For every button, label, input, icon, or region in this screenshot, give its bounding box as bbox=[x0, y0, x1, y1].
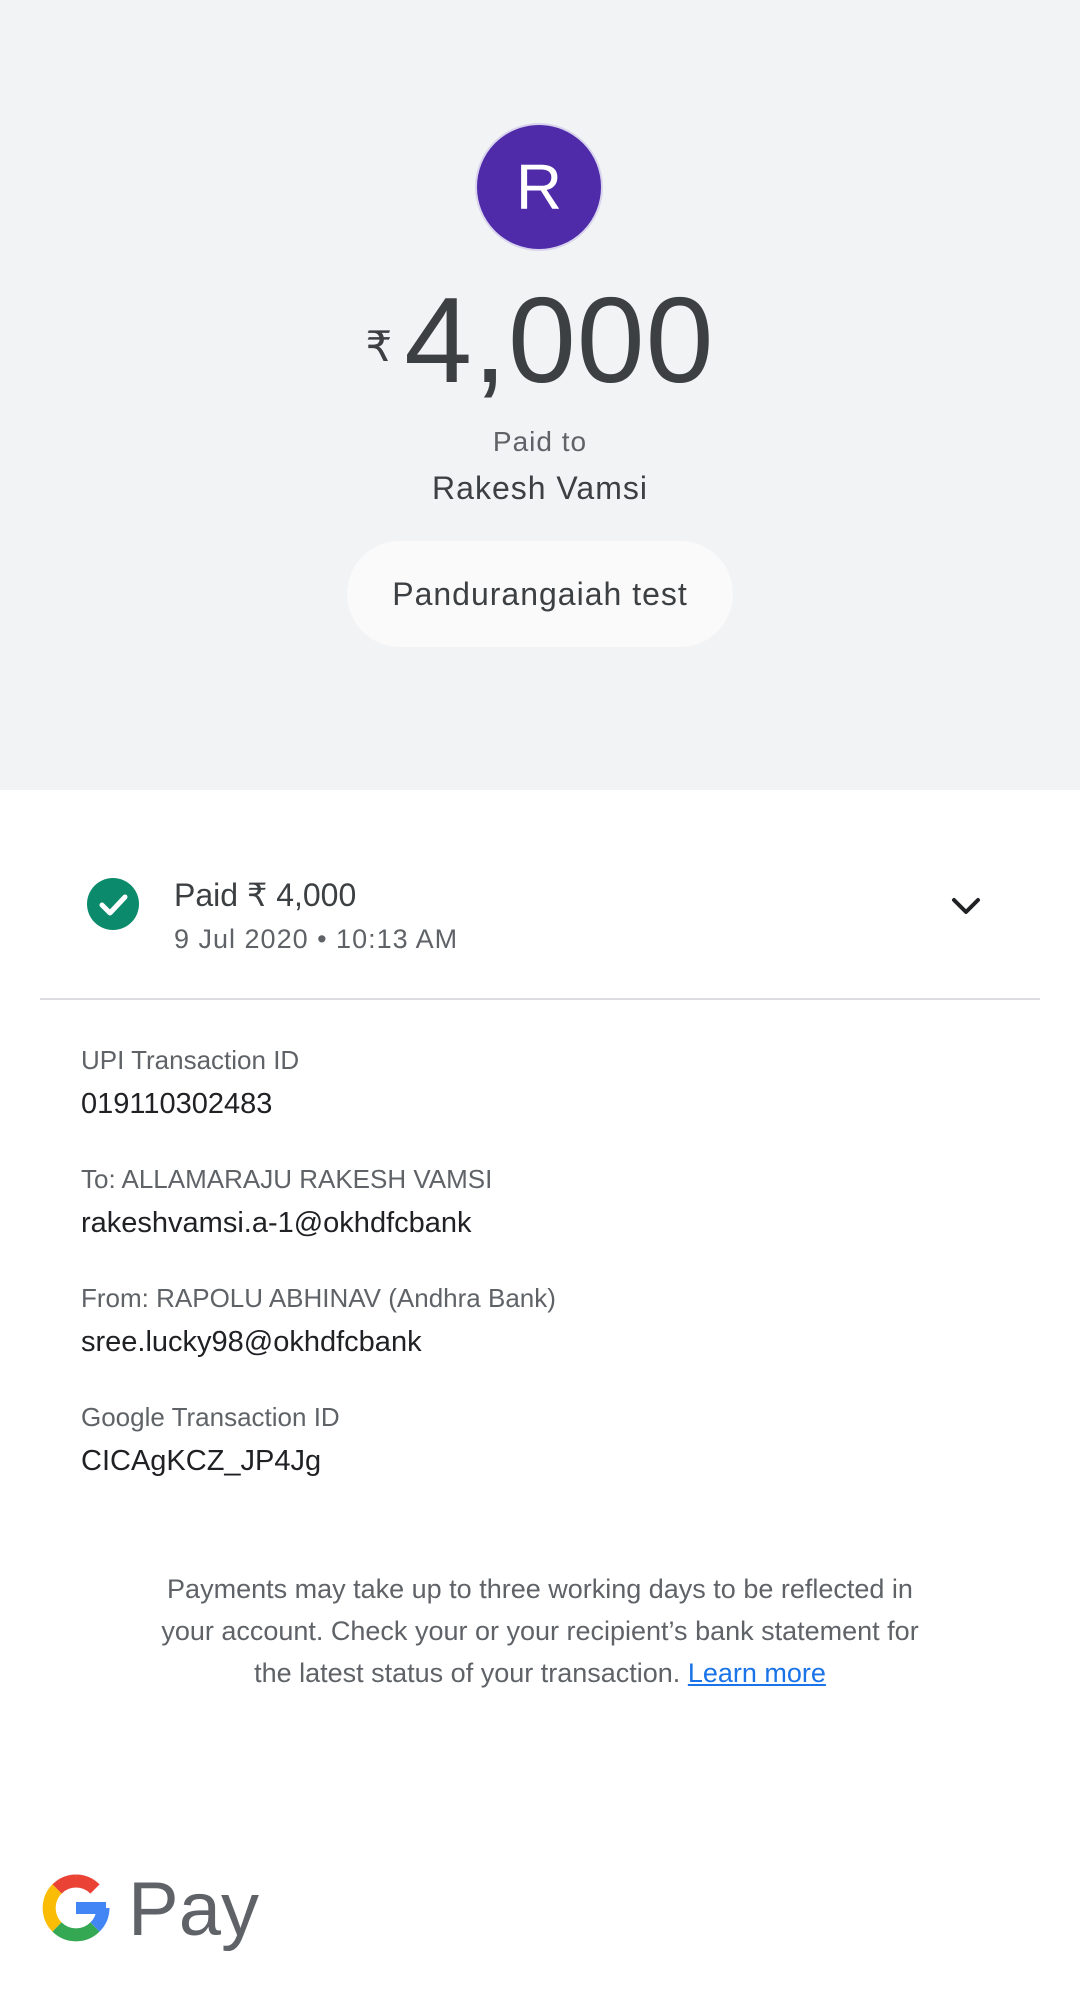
detail-value[interactable]: 019110302483 bbox=[81, 1088, 299, 1121]
upi-transaction-id: UPI Transaction ID 019110302483 bbox=[81, 1045, 299, 1121]
google-transaction-id: Google Transaction ID CICAgKCZ_JP4Jg bbox=[81, 1402, 340, 1478]
divider bbox=[40, 998, 1040, 1000]
status-datetime: 9 Jul 2020 • 10:13 AM bbox=[174, 924, 459, 954]
detail-value[interactable]: sree.lucky98@okhdfcbank bbox=[81, 1326, 556, 1359]
learn-more-link[interactable]: Learn more bbox=[688, 1658, 826, 1688]
google-g-icon bbox=[42, 1874, 110, 1942]
chevron-down-icon[interactable] bbox=[946, 892, 986, 920]
google-pay-logo: Pay bbox=[40, 1867, 260, 1958]
check-circle-icon bbox=[87, 878, 139, 930]
detail-value[interactable]: rakeshvamsi.a-1@okhdfcbank bbox=[81, 1207, 492, 1240]
amount-value: 4,000 bbox=[404, 272, 715, 408]
detail-label: To: ALLAMARAJU RAKESH VAMSI bbox=[81, 1164, 493, 1194]
settlement-disclaimer: Payments may take up to three working da… bbox=[140, 1568, 940, 1694]
detail-label: UPI Transaction ID bbox=[81, 1045, 300, 1075]
payment-note: Pandurangaiah test bbox=[347, 541, 733, 647]
avatar-initial: R bbox=[515, 151, 563, 223]
status-title: Paid ₹ 4,000 bbox=[174, 877, 357, 913]
currency-symbol: ₹ bbox=[365, 323, 393, 370]
payee-name: Rakesh Vamsi bbox=[432, 470, 648, 506]
detail-label: Google Transaction ID bbox=[81, 1402, 340, 1432]
recipient-details: To: ALLAMARAJU RAKESH VAMSI rakeshvamsi.… bbox=[81, 1164, 492, 1240]
sender-details: From: RAPOLU ABHINAV (Andhra Bank) sree.… bbox=[81, 1283, 556, 1359]
detail-value[interactable]: CICAgKCZ_JP4Jg bbox=[81, 1445, 340, 1478]
pay-wordmark: Pay bbox=[128, 1867, 259, 1952]
paid-to-label: Paid to bbox=[492, 426, 588, 457]
detail-label: From: RAPOLU ABHINAV (Andhra Bank) bbox=[81, 1283, 556, 1313]
payment-status-row[interactable]: Paid ₹ 4,000 9 Jul 2020 • 10:13 AM bbox=[40, 850, 1040, 960]
amount: ₹ 4,000 bbox=[0, 270, 1080, 410]
payment-summary-header: R ₹ 4,000 Paid to Rakesh Vamsi Pandurang… bbox=[0, 0, 1080, 790]
avatar: R bbox=[475, 123, 603, 251]
